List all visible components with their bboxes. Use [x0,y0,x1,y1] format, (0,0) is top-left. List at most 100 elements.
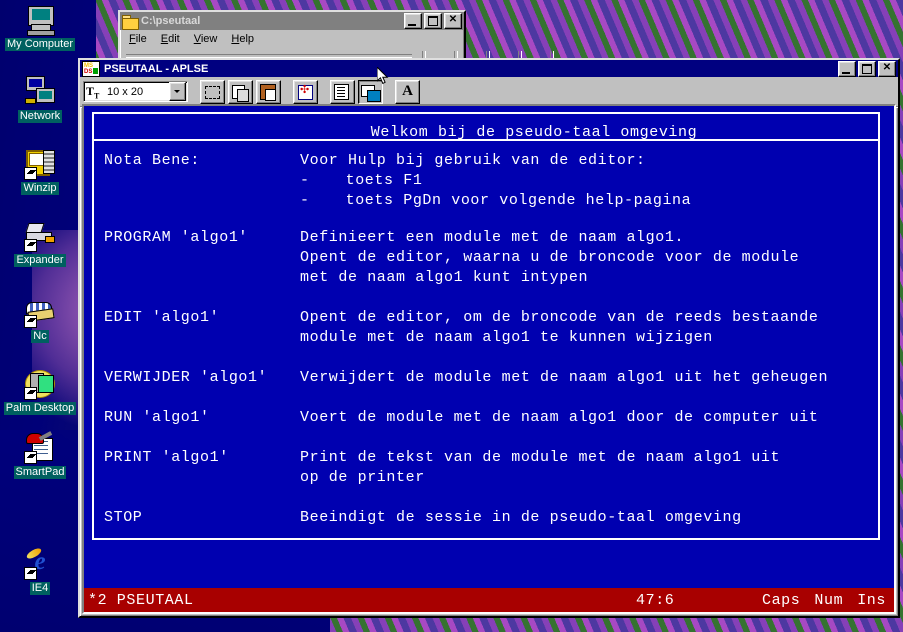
explorer-menu-file[interactable]: File [122,31,154,47]
mark-icon [205,85,220,99]
smartpad-icon [24,431,56,464]
font-a-icon: A [402,82,413,99]
command-row: PROGRAM 'algo1' Definieert een module met… [104,228,888,288]
chevron-down-icon[interactable] [169,82,186,101]
ms-dos-icon: MS DS [82,60,100,77]
font-button[interactable]: A [395,79,420,104]
desktop-icon-expander[interactable]: Expander [2,220,78,267]
command-description-line: Print de tekst van de module met de naam… [300,449,781,466]
status-cursor-position: 47:6 [636,591,675,609]
copy-icon [232,84,249,102]
desktop-icon-palm-desktop[interactable]: Palm Desktop [2,368,78,415]
palm-desktop-icon [24,368,56,400]
winzip-icon [24,148,56,180]
desktop-icon-network[interactable]: Network [2,76,78,123]
command-description: Opent de editor, om de broncode van de r… [300,308,888,348]
internet-explorer-icon: e [24,546,56,580]
desktop-icon-ie4[interactable]: e IE4 [2,546,78,595]
note-row-bullet-0: - toets F1 [104,171,888,191]
status-indicators: Caps Num Ins [762,592,886,609]
desktop-icon-label: IE4 [29,582,51,595]
command-description-line: Opent de editor, om de broncode van de r… [300,309,819,326]
desktop-icon-label: Nc [31,330,49,343]
expander-icon [24,220,56,252]
explorer-title: C:\pseutaal [141,15,201,27]
paste-icon [260,83,276,101]
command-description-line: met de naam algo1 kunt intypen [300,269,589,286]
command-row: VERWIJDER 'algo1' Verwijdert de module me… [104,368,888,388]
note-row-heading: Nota Bene: Voor Hulp bij gebruik van de … [104,151,888,171]
explorer-menu-help[interactable]: Help [224,31,261,47]
explorer-close-button[interactable]: ✕ [444,13,462,29]
status-num: Num [814,591,844,609]
pseutaal-close-button[interactable]: ✕ [878,60,896,77]
command-description-line: op de printer [300,469,425,486]
command-row: STOP Beeindigt de sessie in de pseudo-taa… [104,508,888,528]
pseutaal-minimize-button[interactable] [838,60,856,77]
desktop-icon-nc[interactable]: Nc [2,296,78,343]
note-bullet-text: toets PgDn voor volgende help-pagina [345,192,692,209]
desktop-icon-label: Network [17,110,63,123]
note-bullet-text: toets F1 [345,172,423,189]
network-icon [24,76,56,108]
font-size-combo[interactable]: TT 10 x 20 [83,81,188,102]
status-session: *2 PSEUTAAL [88,591,194,609]
desktop-icon-label: Palm Desktop [3,402,77,415]
properties-button[interactable] [330,79,355,104]
note-bullet-dash: - [300,192,310,209]
pseutaal-titlebar[interactable]: MS DS PSEUTAAL - APLSE ✕ [80,60,898,77]
font-size-icon: TT [86,84,100,101]
command-name: RUN 'algo1' [104,409,210,426]
my-computer-icon [24,4,56,36]
paste-button[interactable] [256,79,281,104]
desktop-icon-winzip[interactable]: Winzip [2,148,78,195]
background-button[interactable] [358,79,383,104]
pseutaal-maximize-button[interactable] [858,60,876,77]
full-screen-button[interactable] [293,79,318,104]
explorer-maximize-button[interactable] [424,13,442,29]
norton-commander-icon [24,296,56,328]
full-screen-icon [298,83,313,100]
command-name: VERWIJDER 'algo1' [104,369,268,386]
explorer-menu-view[interactable]: View [187,31,225,47]
command-name: PROGRAM 'algo1' [104,229,249,246]
console-frame-separator [92,139,880,141]
pseutaal-toolbar[interactable]: TT 10 x 20 A [80,77,898,107]
desktop-icon-label: SmartPad [13,466,67,479]
pseutaal-window[interactable]: MSDS PSEUTAAL - APLSE ✕ TT 10 x 20 A [78,58,900,618]
command-description-line: Verwijdert de module met de naam algo1 u… [300,369,829,386]
note-row-bullet-1: - toets PgDn voor volgende help-pagina [104,191,888,211]
command-description: Print de tekst van de module met de naam… [300,448,888,488]
command-description-line: Opent de editor, waarna u de broncode vo… [300,249,800,266]
desktop-icon-my-computer[interactable]: My Computer [2,4,78,51]
command-description-line: Definieert een module met de naam algo1. [300,229,685,246]
command-description-line: Voert de module met de naam algo1 door d… [300,409,819,426]
desktop-icon-label: My Computer [4,38,76,51]
explorer-window-buttons: ✕ [404,13,462,29]
folder-icon [122,14,139,30]
command-name: STOP [104,509,143,526]
command-row: EDIT 'algo1' Opent de editor, om de bronc… [104,308,888,348]
explorer-menubar[interactable]: File Edit View Help [120,30,464,48]
command-description: Beeindigt de sessie in de pseudo-taal om… [300,508,888,528]
properties-icon [334,83,349,100]
desktop-icon-smartpad[interactable]: SmartPad [2,431,78,479]
console-text-surface: Welkom bij de pseudo-taal omgeving Nota … [84,106,894,588]
console-area[interactable]: Welkom bij de pseudo-taal omgeving Nota … [82,104,896,614]
status-ins: Ins [857,591,886,609]
command-name: PRINT 'algo1' [104,449,229,466]
explorer-minimize-button[interactable] [404,13,422,29]
background-icon [361,84,381,102]
command-name: EDIT 'algo1' [104,309,220,326]
status-bar: *2 PSEUTAAL 47:6 Caps Num Ins [84,588,894,612]
status-caps: Caps [761,591,801,609]
command-row: RUN 'algo1' Voert de module met de naam a… [104,408,888,428]
explorer-menu-edit[interactable]: Edit [154,31,187,47]
pseutaal-window-buttons: ✕ [838,60,896,77]
command-description: Definieert een module met de naam algo1.… [300,228,888,288]
explorer-titlebar[interactable]: C:\pseutaal ✕ [120,12,464,30]
mark-button[interactable] [200,79,225,104]
command-description: Verwijdert de module met de naam algo1 u… [300,368,888,388]
copy-button[interactable] [228,79,253,104]
command-description-line: Beeindigt de sessie in de pseudo-taal om… [300,509,742,526]
